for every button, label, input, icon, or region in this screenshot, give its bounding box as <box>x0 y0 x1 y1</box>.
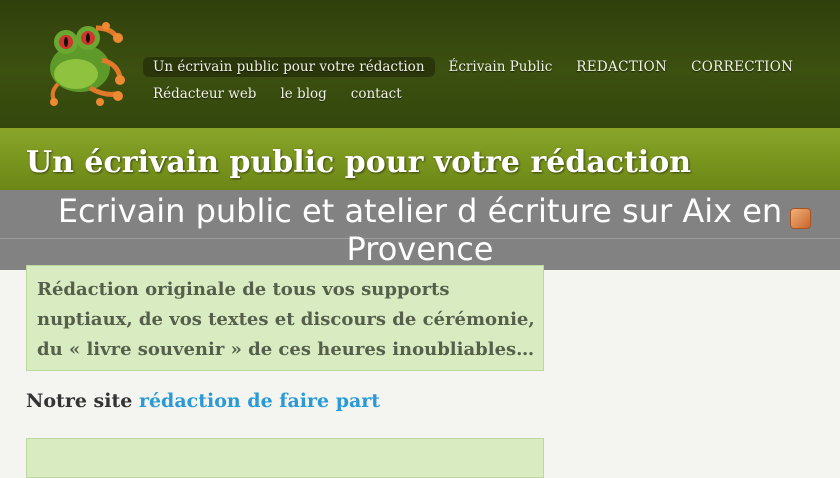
content-box-partial <box>26 438 544 478</box>
site-header: Un écrivain public pour votre rédaction … <box>0 0 840 128</box>
site-prefix: Notre site <box>26 390 133 412</box>
nav-item-home[interactable]: Un écrivain public pour votre rédaction <box>142 56 436 78</box>
page-banner: Un écrivain public pour votre rédaction <box>0 128 840 190</box>
site-link[interactable]: rédaction de faire part <box>139 390 380 412</box>
intro-text: Rédaction originale de tous vos supports… <box>37 279 535 360</box>
page-title: Un écrivain public pour votre rédaction <box>26 145 692 180</box>
nav-item-blog[interactable]: le blog <box>269 83 337 105</box>
frog-logo-icon[interactable] <box>36 18 128 110</box>
nav-item-redaction[interactable]: REDACTION <box>565 56 678 78</box>
nav-row-1: Un écrivain public pour votre rédaction … <box>142 54 793 80</box>
nav-row-2: Rédacteur web le blog contact <box>142 81 782 107</box>
intro-box: Rédaction originale de tous vos supports… <box>26 265 544 371</box>
main-nav: Un écrivain public pour votre rédaction … <box>142 54 793 107</box>
nav-item-ecrivain-public[interactable]: Écrivain Public <box>438 56 564 78</box>
nav-item-correction[interactable]: CORRECTION <box>680 56 804 78</box>
nav-item-redacteur-web[interactable]: Rédacteur web <box>142 83 267 105</box>
overlay-title: Ecrivain public et atelier d écriture su… <box>57 192 783 268</box>
site-line: Notre site rédaction de faire part <box>26 390 380 412</box>
nav-item-contact[interactable]: contact <box>340 83 413 105</box>
